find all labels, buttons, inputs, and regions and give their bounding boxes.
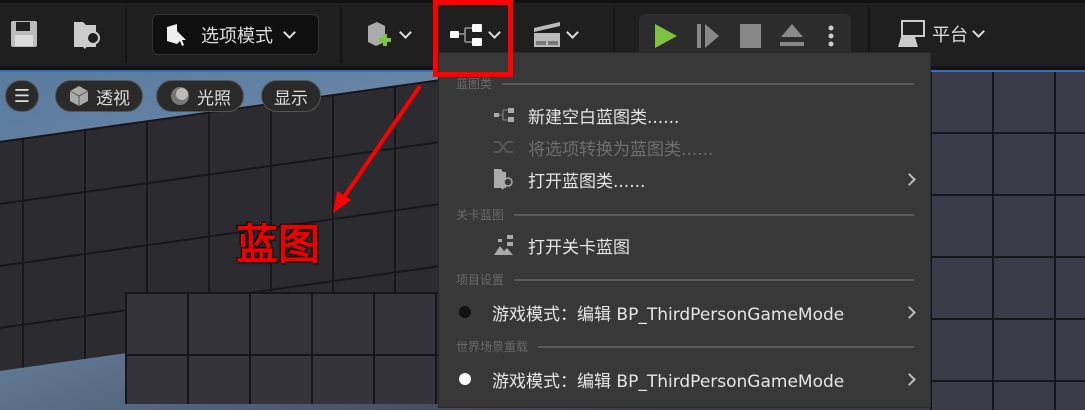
annotation-arrow: [333, 84, 422, 213]
annotation-label: 蓝图: [236, 220, 321, 269]
